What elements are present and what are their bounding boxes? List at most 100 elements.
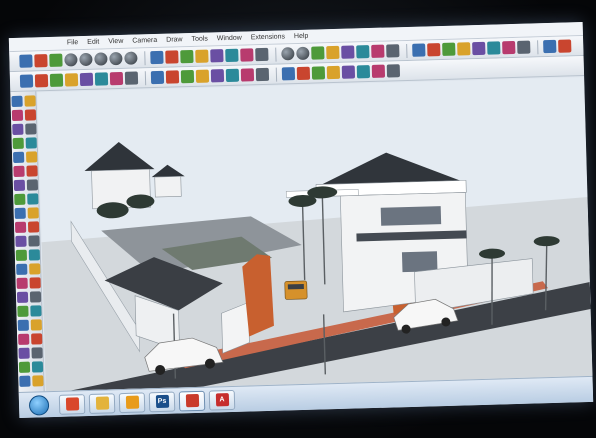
axes-icon[interactable] [15,235,27,247]
styles-icon[interactable] [371,64,386,78]
zoom-icon[interactable] [281,67,296,81]
menu-extensions[interactable]: Extensions [251,33,285,41]
walk-2-icon[interactable] [19,375,31,387]
stamp-icon[interactable] [30,319,42,331]
orbit-icon[interactable] [240,68,255,82]
taskbar-folder-button[interactable] [88,392,116,414]
sphere-icon[interactable] [124,51,138,65]
move-icon[interactable] [13,165,25,178]
close-icon[interactable] [311,66,326,80]
materials-icon[interactable] [356,65,371,79]
move-icon[interactable] [150,70,165,85]
pan-icon[interactable] [28,249,41,261]
tape-icon[interactable] [210,69,225,83]
arc-icon[interactable] [165,50,179,64]
photo-icon[interactable] [18,361,31,373]
pan-icon[interactable] [427,43,441,57]
warehouse-icon[interactable] [558,39,572,53]
start-button[interactable] [28,394,50,416]
menu-file[interactable]: File [67,39,78,46]
scale-icon[interactable] [14,193,26,205]
taskbar-media-player-button[interactable] [118,391,146,413]
offset-icon[interactable] [195,69,210,83]
menu-edit[interactable]: Edit [87,39,99,46]
freehand-icon[interactable] [25,151,38,163]
zoom-icon[interactable] [442,42,456,56]
sphere-icon[interactable] [281,47,295,61]
position-camera-icon[interactable] [16,291,29,303]
sphere-icon[interactable] [79,52,93,67]
camera-icon[interactable] [472,41,486,56]
arc-icon[interactable] [25,137,37,149]
tape-icon[interactable] [311,46,325,60]
dimension-icon[interactable] [27,207,39,219]
measure-icon[interactable] [31,361,44,373]
home-icon[interactable] [487,41,501,55]
section-icon[interactable] [30,305,42,317]
offset-icon[interactable] [27,193,39,205]
magnify-icon[interactable] [296,66,311,81]
circle-icon[interactable] [79,72,94,87]
3d-text-icon[interactable] [28,235,40,247]
sandbox-icon[interactable] [17,319,29,331]
pencil-icon[interactable] [150,50,164,65]
select-icon[interactable] [11,95,23,108]
push-pull-icon[interactable] [109,71,124,86]
shape-icon[interactable] [195,49,209,63]
paint-icon[interactable] [49,53,63,67]
menu-view[interactable]: View [108,38,123,45]
sphere-icon[interactable] [94,52,108,66]
tape-icon[interactable] [14,207,26,219]
look-around-icon[interactable] [29,291,42,303]
axes-icon[interactable] [341,45,355,59]
zoom-window-icon[interactable] [29,263,41,275]
sphere-icon[interactable] [64,53,78,67]
house-icon[interactable] [543,39,557,54]
polygon-icon[interactable] [12,151,25,164]
erase-icon[interactable] [34,54,48,68]
erase-icon[interactable] [24,109,37,121]
arrow-select-icon[interactable] [19,74,34,88]
star-icon[interactable] [180,49,194,64]
smoove-icon[interactable] [31,333,43,345]
zoom-extents-icon[interactable] [16,277,28,289]
text-icon[interactable] [27,221,40,233]
house-icon[interactable] [502,40,516,55]
select-icon[interactable] [19,54,33,68]
rectangle-icon[interactable] [12,123,24,136]
protractor-icon[interactable] [326,45,340,60]
add-detail-icon[interactable] [31,347,43,359]
line-icon[interactable] [49,73,64,87]
paint-icon[interactable] [11,109,24,122]
section-2-icon[interactable] [32,375,44,387]
component-icon[interactable] [24,95,36,107]
protractor-icon[interactable] [14,221,27,233]
sphere-icon[interactable] [109,51,123,66]
sphere-icon[interactable] [296,46,310,61]
dimension-icon[interactable] [371,44,385,58]
taskbar-sketchup-button[interactable] [178,390,206,411]
rotate-icon[interactable] [165,70,180,84]
orbit-icon[interactable] [15,249,28,261]
follow-me-icon[interactable] [124,71,139,85]
taskbar-photoshop-button[interactable]: Ps [148,391,176,412]
follow-me-icon[interactable] [26,179,39,191]
menu-help[interactable]: Help [294,33,309,40]
push-pull-icon[interactable] [26,165,38,177]
offset-icon[interactable] [255,47,269,62]
menu-draw[interactable]: Draw [166,36,183,43]
pan-icon[interactable] [255,67,270,82]
walk-icon[interactable] [17,305,29,317]
orbit-icon[interactable] [412,43,426,57]
text-icon[interactable] [225,68,240,83]
rotate-icon[interactable] [13,179,26,192]
zoom-extents-icon[interactable] [457,42,471,56]
taskbar-autocad-button[interactable]: A [208,389,236,411]
drape-icon[interactable] [18,333,30,345]
house-icon[interactable] [517,40,531,54]
polygon-icon[interactable] [94,72,109,86]
section-icon[interactable] [326,65,341,80]
move-icon[interactable] [225,48,239,63]
circle-icon[interactable] [12,137,24,150]
menu-tools[interactable]: Tools [191,36,208,43]
